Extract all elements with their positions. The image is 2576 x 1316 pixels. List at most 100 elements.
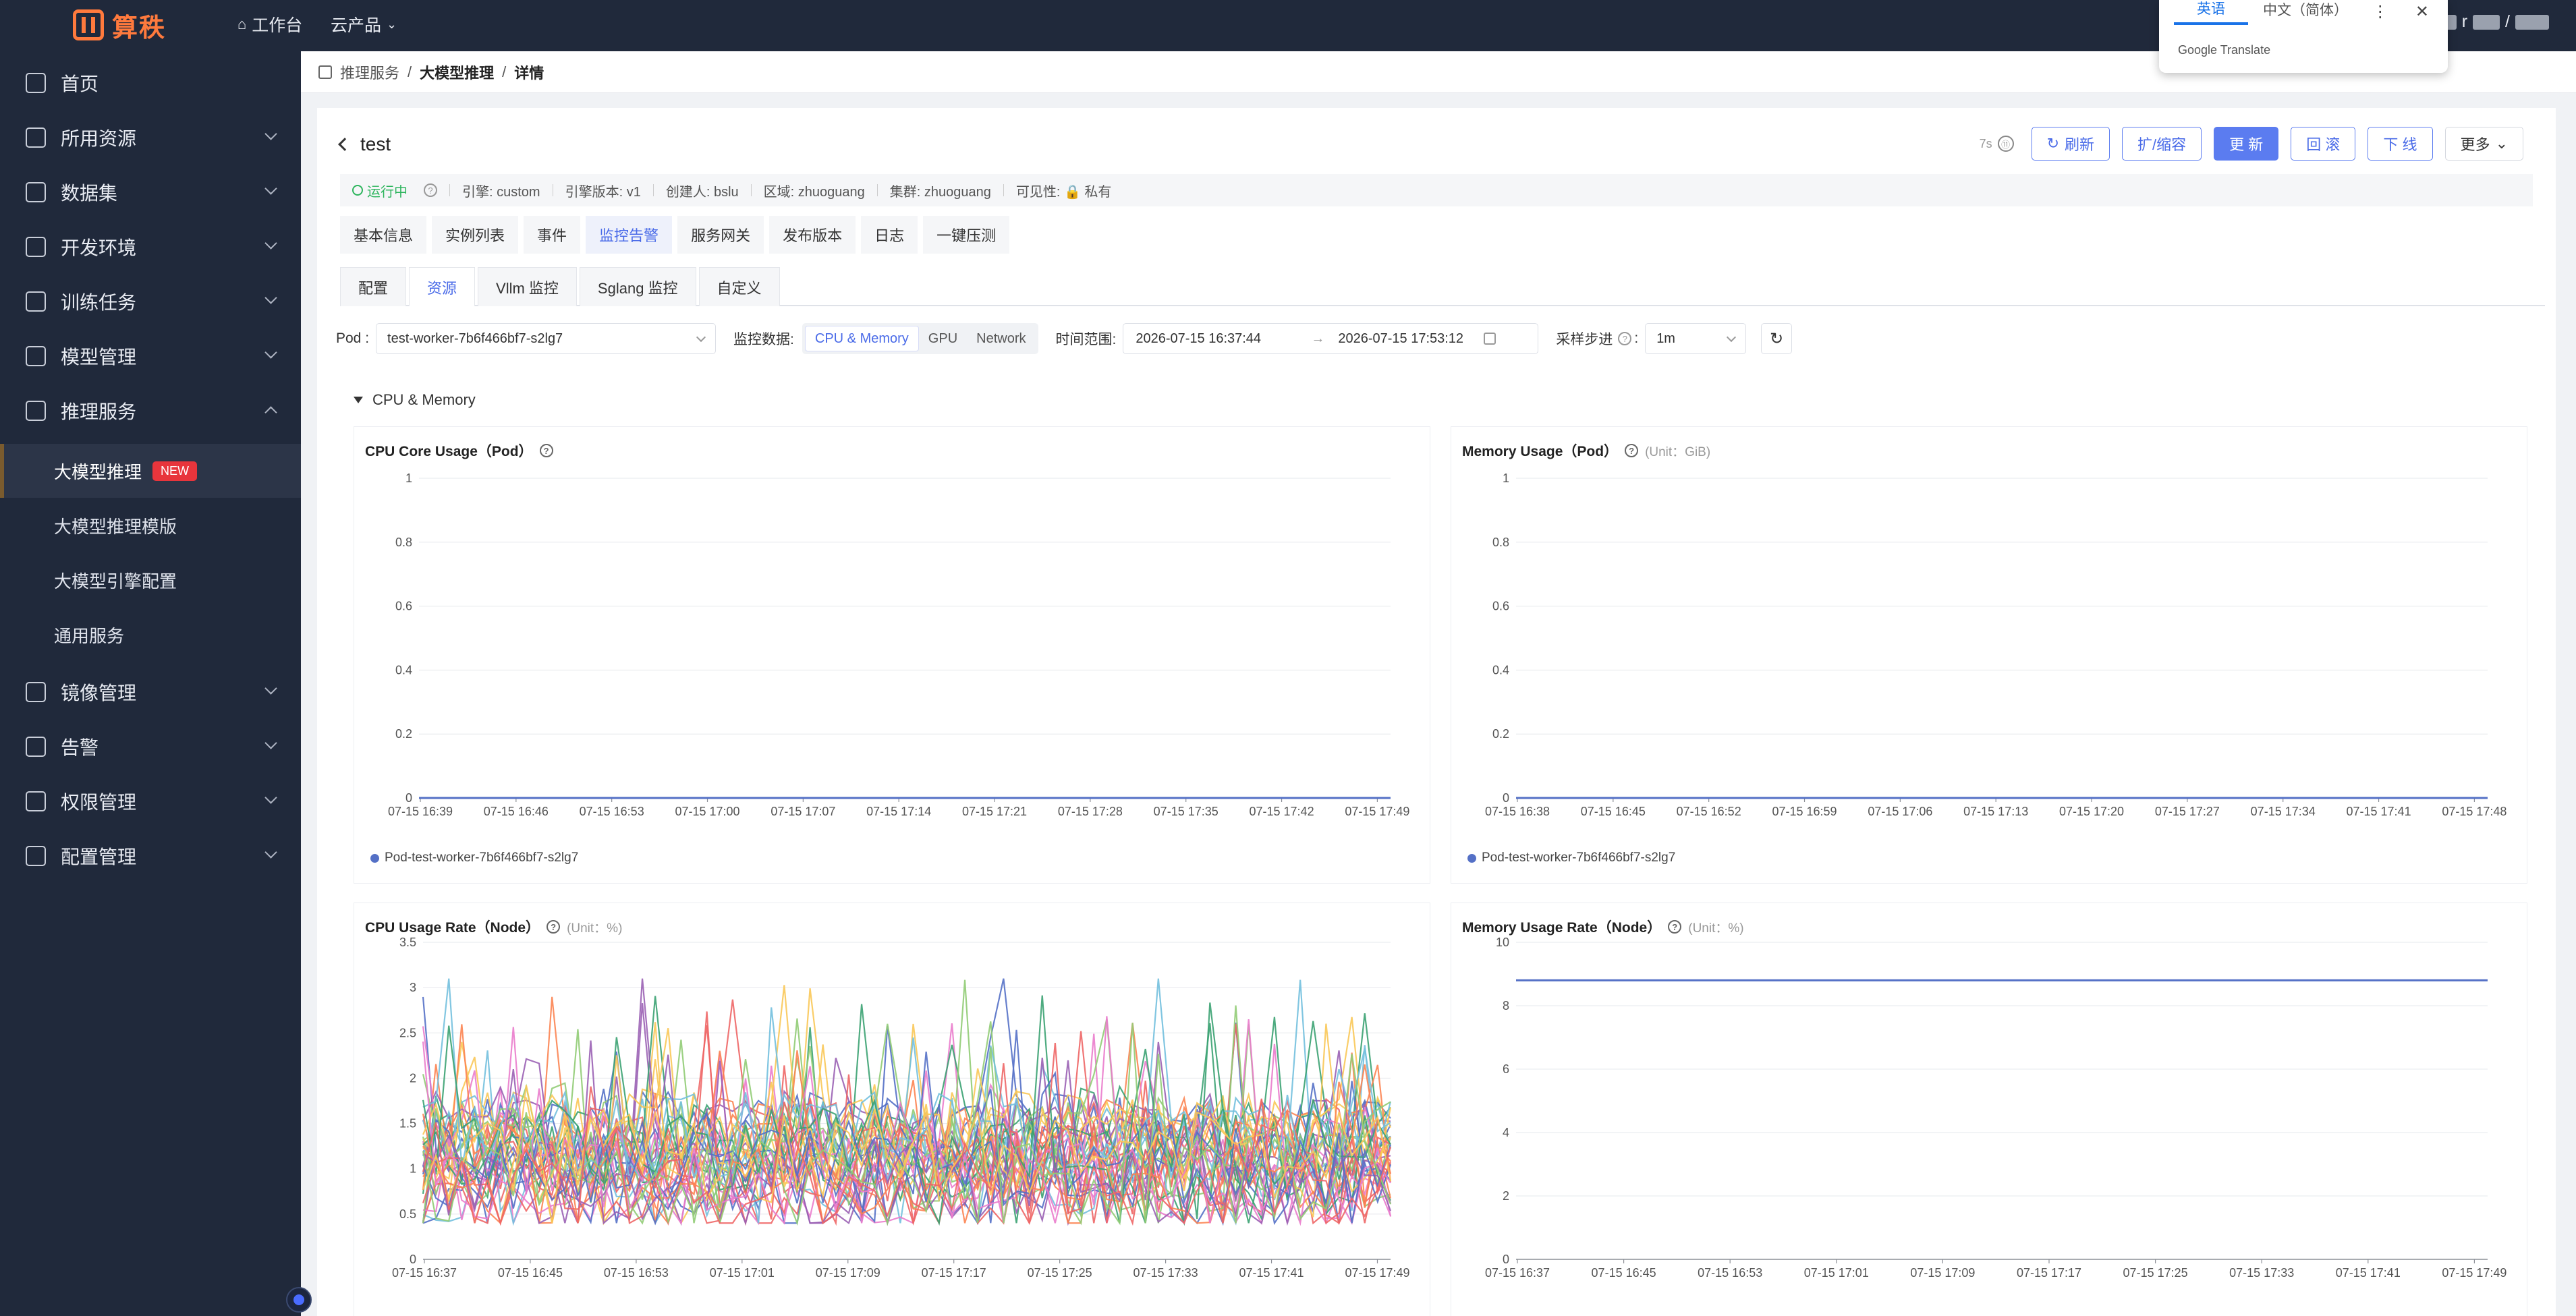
workbench-link[interactable]: ⌂ 工作台	[237, 12, 302, 36]
time-range-picker[interactable]: 2026-07-15 16:37:44 → 2026-07-15 17:53:1…	[1123, 323, 1539, 354]
offline-button[interactable]: 下 线	[2368, 127, 2433, 161]
tab-config[interactable]: 配置	[340, 267, 407, 306]
x-tick-label: 07-15 17:25	[2123, 1266, 2188, 1280]
sidebar-item-dev-env[interactable]: 开发环境	[0, 220, 301, 274]
sidebar-item-alerts[interactable]: 告警	[0, 720, 301, 774]
y-tick-label: 0.2	[395, 727, 412, 741]
pod-select[interactable]: test-worker-7b6f466bf7-s2lg7	[376, 323, 717, 354]
meta-region: 区域: zhuoguang	[763, 184, 865, 200]
sidebar-item-inference[interactable]: 推理服务	[0, 384, 301, 438]
breadcrumb-root[interactable]: 推理服务	[340, 61, 399, 83]
logo[interactable]: 算秩	[73, 5, 166, 45]
option-gpu[interactable]: GPU	[919, 326, 967, 351]
translate-popup: 英语 中文（简体） ⋮ ✕ Google Translate	[2159, 0, 2448, 73]
scale-button[interactable]: 扩/缩容	[2122, 127, 2202, 161]
sidebar-item-resources[interactable]: 所用资源	[0, 111, 301, 165]
sidebar-item-home[interactable]: 首页	[0, 56, 301, 110]
tab-gateway[interactable]: 服务网关	[677, 216, 764, 254]
sidebar-item-config[interactable]: 配置管理	[0, 829, 301, 883]
translate-tab-english[interactable]: 英语	[2174, 0, 2248, 25]
meta-cluster: 集群: zhuoguang	[889, 184, 991, 200]
tab-custom[interactable]: 自定义	[698, 267, 780, 306]
tab-instances[interactable]: 实例列表	[432, 216, 519, 254]
chart-card-mem-rate: Memory Usage Rate（Node） ? (Unit：%) 02468…	[1451, 903, 2527, 1316]
chart-legend[interactable]: Pod-test-worker-7b6f466bf7-s2lg7	[1467, 851, 1675, 865]
translate-tab-chinese[interactable]: 中文（简体）	[2248, 0, 2363, 24]
chevron-down-icon	[264, 737, 277, 749]
pod-label: Pod :	[336, 331, 370, 346]
more-vert-icon[interactable]: ⋮	[2372, 2, 2388, 22]
x-tick-label: 07-15 17:35	[1154, 805, 1219, 818]
cpu-rate-chart: 0 0.5 1 1.5 2 2.5 3 3.5 07-15 16:37 07-15 16:45 07…	[392, 936, 1410, 1280]
y-tick-label: 2	[1503, 1189, 1509, 1203]
help-icon[interactable]: ?	[1618, 332, 1632, 345]
tab-logs[interactable]: 日志	[861, 216, 918, 254]
sidebar-subitem-llm-inference[interactable]: 大模型推理 NEW	[0, 444, 301, 498]
help-icon[interactable]: ?	[424, 183, 437, 197]
training-icon	[26, 291, 46, 312]
x-tick-label: 07-15 17:41	[2347, 805, 2411, 818]
tab-resources[interactable]: 资源	[409, 267, 476, 306]
action-bar: 7s ⑪ ↻ 刷新 扩/缩容 更 新 回 滚 下 线 更多 ⌄	[1980, 127, 2523, 161]
auto-refresh-timer[interactable]: 7s ⑪	[1980, 136, 2014, 152]
sidebar-item-training[interactable]: 训练任务	[0, 275, 301, 328]
x-tick-label: 07-15 16:37	[392, 1266, 457, 1280]
breadcrumb-mid[interactable]: 大模型推理	[420, 61, 494, 83]
x-tick-label: 07-15 16:45	[498, 1266, 563, 1280]
tab-stress-test[interactable]: 一键压测	[923, 216, 1010, 254]
x-tick-label: 07-15 17:49	[2442, 1266, 2507, 1280]
tab-monitoring[interactable]: 监控告警	[586, 216, 673, 254]
option-network[interactable]: Network	[967, 326, 1035, 351]
sidebar-subitem-llm-engine[interactable]: 大模型引擎配置	[0, 553, 301, 607]
inference-icon	[26, 401, 46, 421]
y-tick-label: 1	[410, 1162, 416, 1176]
x-tick-label: 07-15 17:20	[2059, 805, 2124, 818]
chevron-down-icon	[264, 682, 277, 695]
section-cpu-memory[interactable]: CPU & Memory	[354, 391, 476, 409]
y-tick-label: 2	[410, 1071, 416, 1085]
legend-dot	[370, 853, 379, 863]
x-tick-label: 07-15 17:48	[2442, 805, 2507, 818]
sidebar-item-datasets[interactable]: 数据集	[0, 165, 301, 219]
sidebar-item-permissions[interactable]: 权限管理	[0, 774, 301, 828]
rollback-button[interactable]: 回 滚	[2291, 127, 2356, 161]
arrow-right-icon: →	[1311, 331, 1325, 346]
tab-sglang[interactable]: Sglang 监控	[579, 267, 696, 306]
step-select[interactable]: 1m	[1645, 323, 1747, 354]
mem-usage-chart: 0 0.2 0.4 0.6 0.8 1 07-15 16:38 07-15 16:45 07-1…	[1485, 471, 2507, 818]
tab-releases[interactable]: 发布版本	[769, 216, 856, 254]
cloud-products-menu[interactable]: 云产品 ⌄	[331, 12, 397, 36]
tab-vllm[interactable]: Vllm 监控	[478, 267, 577, 306]
close-icon[interactable]: ✕	[2415, 2, 2429, 22]
y-tick-label: 0.6	[395, 600, 412, 613]
meta-engine: 引擎: custom	[462, 184, 540, 200]
more-button[interactable]: 更多 ⌄	[2444, 127, 2523, 161]
option-cpu-memory[interactable]: CPU & Memory	[804, 326, 919, 351]
update-button[interactable]: 更 新	[2214, 127, 2279, 161]
tab-basic-info[interactable]: 基本信息	[340, 216, 427, 254]
back-icon[interactable]	[338, 138, 352, 151]
x-tick-label: 07-15 16:46	[484, 805, 549, 818]
sidebar-subitem-llm-template[interactable]: 大模型推理模版	[0, 498, 301, 552]
refresh-button[interactable]: ↻ 刷新	[2031, 127, 2110, 161]
x-tick-label: 07-15 17:28	[1058, 805, 1123, 818]
chart-legend[interactable]: Pod-test-worker-7b6f466bf7-s2lg7	[370, 851, 578, 865]
user-menu[interactable]: r /	[2438, 12, 2549, 32]
y-tick-label: 3.5	[399, 936, 416, 949]
logo-icon	[73, 9, 104, 40]
chevron-down-icon	[264, 791, 277, 804]
sidebar-item-images[interactable]: 镜像管理	[0, 665, 301, 719]
y-tick-label: 6	[1503, 1062, 1509, 1076]
tab-events[interactable]: 事件	[524, 216, 581, 254]
alert-icon	[26, 737, 46, 757]
reload-button[interactable]: ↻	[1761, 323, 1793, 354]
x-tick-label: 07-15 17:34	[2251, 805, 2316, 818]
sidebar-subitem-general-service[interactable]: 通用服务	[0, 608, 301, 662]
chevron-down-icon	[1727, 332, 1737, 343]
assistant-float-icon[interactable]	[286, 1287, 312, 1313]
sidebar-item-models[interactable]: 模型管理	[0, 329, 301, 383]
chart-card-cpu-core: CPU Core Usage（Pod） ? 0 0.2 0.4 0.6 0.8 1 07-1…	[354, 426, 1430, 884]
x-tick-label: 07-15 17:27	[2155, 805, 2220, 818]
x-tick-label: 07-15 17:06	[1868, 805, 1932, 818]
x-tick-label: 07-15 16:45	[1592, 1266, 1656, 1280]
